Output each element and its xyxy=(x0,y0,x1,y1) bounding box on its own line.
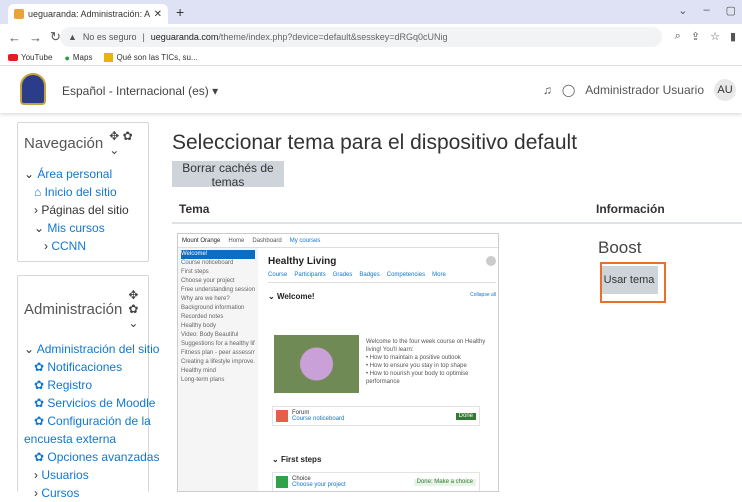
minimize-icon[interactable]: – xyxy=(703,4,709,17)
bookmarks-bar: YouTube ● Maps Qué son las TICs, su... xyxy=(0,50,742,66)
preview-main: Healthy Living Course Participants Grades B… xyxy=(266,248,498,491)
back-icon[interactable]: ← xyxy=(8,30,21,45)
user-name[interactable]: Administrador Usuario xyxy=(585,83,704,97)
forum-icon xyxy=(276,410,288,422)
bookmark-maps[interactable]: ● Maps xyxy=(64,53,92,63)
moodle-navbar: Español - Internacional (es) ▾ ♫ ◯ Admin… xyxy=(0,67,742,113)
bookmark-tics[interactable]: Qué son las TICs, su... xyxy=(104,53,198,62)
chat-icon[interactable]: ◯ xyxy=(562,83,575,97)
address-icons: ⌕ ⇪ ☆ ▮ xyxy=(675,30,736,43)
window-controls: ⌄ – ▢ xyxy=(678,4,736,17)
nav-item-area-personal[interactable]: ⌄ Área personal xyxy=(24,165,142,183)
share-icon[interactable]: ⇪ xyxy=(691,30,700,43)
admin-item-cursos[interactable]: › Cursos xyxy=(24,484,142,502)
nav-item-paginas[interactable]: › Páginas del sitio xyxy=(24,201,142,219)
block-actions[interactable]: ✥ ✿ ⌄ xyxy=(109,129,142,157)
block-actions[interactable]: ✥ ✿ ⌄ xyxy=(128,288,142,330)
block-title: Administración xyxy=(24,300,123,318)
choice-icon xyxy=(276,476,288,488)
url-host: ueguaranda.com xyxy=(150,32,219,42)
download-icon xyxy=(104,53,114,62)
avatar[interactable]: AU xyxy=(714,79,736,101)
bell-icon[interactable]: ♫ xyxy=(543,83,552,97)
themes-table-header: Tema Información xyxy=(172,196,742,224)
address-toolbar: ← → ↻ ▲ No es seguro | ueguaranda.com/th… xyxy=(0,24,742,50)
admin-item-registro[interactable]: ✿ Registro xyxy=(24,376,142,394)
column-theme: Tema xyxy=(179,202,210,216)
admin-item-configuracion[interactable]: ✿ Configuración de la xyxy=(24,412,151,430)
site-favicon-icon xyxy=(14,9,24,19)
admin-item-site-admin[interactable]: ⌄ Administración del sitio xyxy=(24,340,159,358)
browser-tab-bar: ueguaranda: Administración: Apa ✕ + ⌄ – … xyxy=(0,0,742,24)
nav-item-mis-cursos[interactable]: ⌄ Mis cursos xyxy=(24,219,142,237)
admin-item-notificaciones[interactable]: ✿ Notificaciones xyxy=(24,358,142,376)
bookmark-youtube[interactable]: YouTube xyxy=(8,53,52,62)
theme-preview-image: Mount Orange Home Dashboard My courses W… xyxy=(177,233,499,492)
tab-title: ueguaranda: Administración: Apa xyxy=(28,9,150,19)
url-path: /theme/index.php?device=default&sesskey=… xyxy=(218,32,448,42)
highlight-box xyxy=(600,262,666,303)
column-info: Información xyxy=(596,202,665,216)
navigation-block: Navegación ✥ ✿ ⌄ ⌄ Área personal ⌂ Inici… xyxy=(17,122,149,262)
language-menu[interactable]: Español - Internacional (es) ▾ xyxy=(62,84,218,98)
security-status: No es seguro xyxy=(82,32,137,42)
preview-flower-image xyxy=(274,335,359,393)
url-bar[interactable]: ▲ No es seguro | ueguaranda.com/theme/in… xyxy=(60,27,662,47)
user-area: ♫ ◯ Administrador Usuario AU xyxy=(543,79,736,101)
administration-block: Administración ✥ ✿ ⌄ ⌄ Administración de… xyxy=(17,275,159,500)
navigation-block-header: Navegación ✥ ✿ ⌄ xyxy=(24,129,142,157)
bookmark-star-icon[interactable]: ☆ xyxy=(710,30,720,43)
preview-navbar: Mount Orange Home Dashboard My courses xyxy=(178,234,498,248)
admin-item-configuracion-2[interactable]: encuesta externa xyxy=(24,430,142,448)
theme-name: Boost xyxy=(598,238,642,257)
chevron-down-icon[interactable]: ⌄ xyxy=(678,4,687,17)
admin-item-servicios[interactable]: ✿ Servicios de Moodle xyxy=(24,394,155,412)
youtube-icon xyxy=(8,54,18,61)
admin-item-usuarios[interactable]: › Usuarios xyxy=(24,466,142,484)
new-tab-button[interactable]: + xyxy=(176,4,184,20)
nav-item-inicio[interactable]: ⌂ Inicio del sitio xyxy=(24,183,142,201)
forward-icon[interactable]: → xyxy=(29,30,42,45)
block-title: Navegación xyxy=(24,134,104,152)
browser-tab[interactable]: ueguaranda: Administración: Apa ✕ xyxy=(8,4,168,24)
zoom-icon[interactable]: ⌕ xyxy=(675,30,681,43)
sidepanel-icon[interactable]: ▮ xyxy=(730,30,736,43)
close-tab-icon[interactable]: ✕ xyxy=(154,9,162,20)
page-title: Seleccionar tema para el dispositivo def… xyxy=(172,131,578,154)
administration-block-header: Administración ✥ ✿ ⌄ xyxy=(24,288,142,330)
purge-theme-caches-button[interactable]: Borrar cachés de temas xyxy=(172,161,284,189)
map-pin-icon: ● xyxy=(64,52,70,63)
navigation-list: ⌄ Área personal ⌂ Inicio del sitio › Pág… xyxy=(24,165,142,255)
preview-sidebar: Welcome! Course noticeboard First steps … xyxy=(178,248,258,491)
administration-list: ⌄ Administración del sitio ✿ Notificacio… xyxy=(24,340,159,502)
site-logo[interactable] xyxy=(20,73,46,105)
admin-item-opciones[interactable]: ✿ Opciones avanzadas xyxy=(24,448,159,466)
maximize-icon[interactable]: ▢ xyxy=(726,4,736,17)
warning-icon: ▲ xyxy=(68,32,77,42)
nav-item-ccnn[interactable]: › CCNN xyxy=(24,237,142,255)
